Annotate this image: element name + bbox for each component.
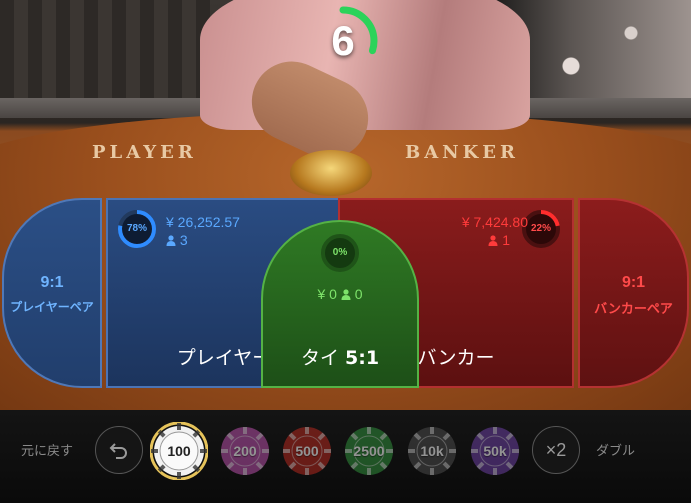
tie-percent: 0% (332, 247, 348, 258)
betting-board: 9:1 プレイヤーペア 78% ¥ 26,252.57 3 プレイヤー 22% … (0, 190, 691, 400)
chip-value: 500 (295, 443, 319, 459)
countdown-timer: 6 (306, 4, 380, 78)
chip-value: 50k (483, 443, 507, 459)
player-pair-bet-spot[interactable]: 9:1 プレイヤーペア (2, 198, 102, 388)
person-icon (166, 235, 176, 246)
player-pair-odds: 9:1 (40, 274, 64, 291)
tie-percent-ring: 0% (319, 232, 361, 274)
banker-bet-amount: ¥ 7,424.80 (461, 214, 528, 230)
chip-value: 2500 (353, 443, 385, 459)
countdown-value: 6 (331, 17, 355, 64)
felt-banker-label: BANKER (405, 142, 519, 163)
chip-2500[interactable]: 2500 (344, 426, 394, 476)
undo-label: 元に戻す (21, 444, 74, 459)
player-pair-label: プレイヤーペア (10, 300, 94, 314)
banker-bettor-count: 1 (488, 232, 510, 248)
tie-label: タイ 5:1 (263, 343, 417, 370)
person-icon (341, 289, 351, 300)
banker-pair-label: バンカーペア (594, 301, 673, 316)
chip-200[interactable]: 200 (220, 426, 270, 476)
chip-10k[interactable]: 10k (407, 426, 457, 476)
player-count-value: 3 (179, 232, 188, 248)
chip-500[interactable]: 500 (282, 426, 332, 476)
chip-tray: 元に戻す 100 200 500 2500 10k 50k ×2 ダブル (0, 410, 691, 503)
chip-value: 200 (233, 443, 257, 459)
tie-count-value: 0 (354, 286, 363, 302)
banker-count-value: 1 (502, 232, 510, 248)
undo-icon (109, 442, 127, 459)
double-label: ダブル (596, 444, 636, 459)
player-percent-ring: 78% (116, 208, 158, 250)
player-percent: 78% (126, 223, 147, 234)
chip-value: 10k (420, 443, 444, 459)
tie-bet-amount: ¥ 0 (317, 286, 337, 302)
chip-50k[interactable]: 50k (470, 426, 520, 476)
chip-value: 100 (167, 443, 191, 459)
player-bettor-count: 3 (166, 232, 188, 248)
banker-pair-bet-spot[interactable]: 9:1 バンカーペア (578, 198, 689, 388)
double-button[interactable]: ×2 (532, 426, 580, 474)
player-bet-amount: ¥ 26,252.57 (166, 214, 240, 230)
tie-bet-spot[interactable]: 0% ¥ 0 0 タイ 5:1 (261, 220, 419, 388)
felt-player-label: PLAYER (92, 142, 197, 163)
banker-pair-odds: 9:1 (621, 274, 646, 291)
tie-label-text: タイ (300, 347, 339, 369)
background-wall (0, 0, 210, 110)
tie-odds: 5:1 (345, 347, 380, 369)
chip-100[interactable]: 100 (150, 422, 208, 480)
undo-button[interactable] (95, 426, 143, 474)
person-icon (488, 235, 498, 246)
tie-bet-stats: ¥ 0 0 (263, 286, 417, 302)
